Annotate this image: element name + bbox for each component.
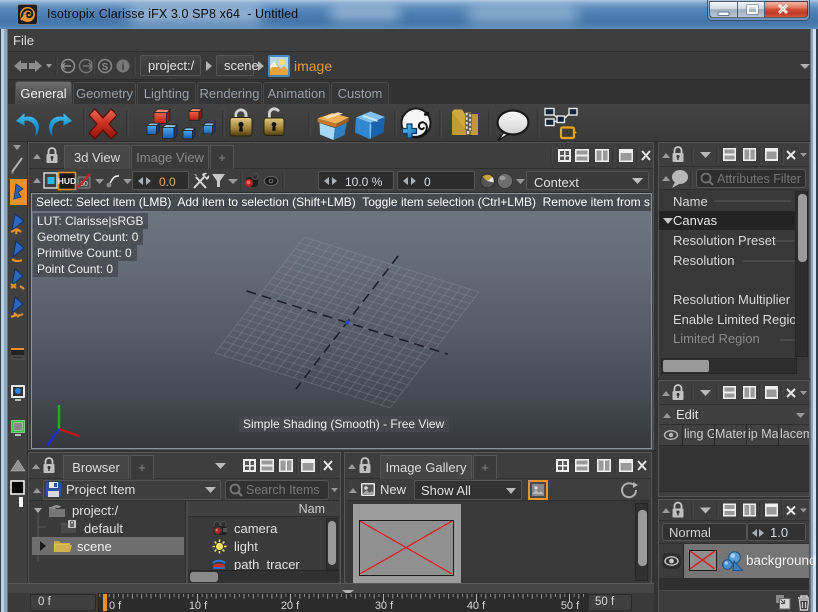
svg-text:project:/: project:/ [72, 503, 119, 518]
svg-text:40 f: 40 f [467, 600, 486, 612]
svg-text:default: default [84, 521, 123, 536]
svg-text:30 f: 30 f [375, 600, 394, 612]
svg-text:scene: scene [77, 539, 112, 554]
svg-text:light: light [234, 539, 258, 554]
svg-text:10 f: 10 f [189, 600, 208, 612]
svg-text:HUD: HUD [58, 176, 76, 186]
svg-text:0 f: 0 f [109, 600, 122, 612]
svg-text:50 f: 50 f [561, 600, 580, 612]
svg-text:i: i [122, 62, 125, 73]
svg-text:S: S [102, 62, 109, 73]
svg-text:20 f: 20 f [281, 600, 300, 612]
svg-text:camera: camera [234, 521, 278, 536]
